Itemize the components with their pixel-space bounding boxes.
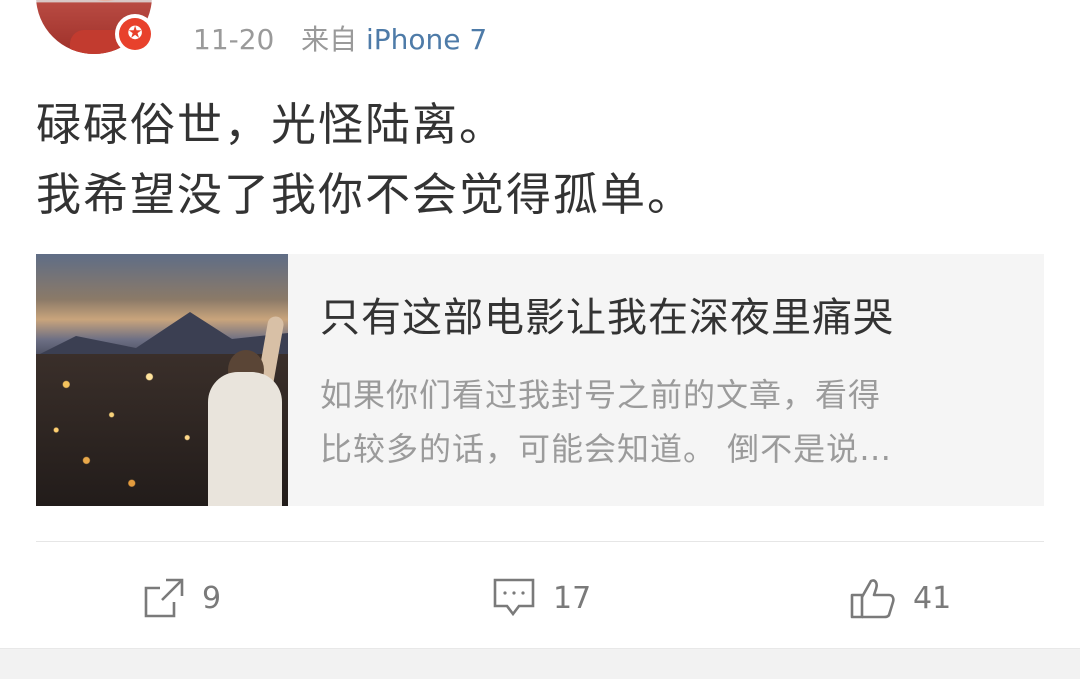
card-description: 如果你们看过我封号之前的文章，看得 比较多的话，可能会知道。 倒不是说… bbox=[320, 368, 1000, 476]
source-link[interactable]: iPhone 7 bbox=[366, 23, 487, 56]
post-date: 11-20 bbox=[193, 23, 275, 56]
comment-icon bbox=[491, 576, 537, 620]
repost-count: 9 bbox=[202, 580, 222, 616]
post-text-line-1: 碌碌俗世，光怪陆离。 bbox=[36, 98, 507, 151]
repost-icon bbox=[142, 576, 186, 620]
comment-button[interactable]: 17 bbox=[491, 570, 591, 626]
thumbnail-person bbox=[208, 372, 282, 506]
card-thumbnail bbox=[36, 254, 288, 506]
post-text-line-2: 我希望没了我你不会觉得孤单。 bbox=[36, 168, 695, 221]
next-post-separator bbox=[0, 648, 1080, 679]
card-desc-line-1: 如果你们看过我封号之前的文章，看得 bbox=[320, 376, 882, 414]
star-icon: ✪ bbox=[119, 18, 151, 50]
divider bbox=[36, 541, 1044, 542]
like-count: 41 bbox=[913, 580, 952, 616]
like-button[interactable]: 41 bbox=[849, 570, 951, 626]
repost-button[interactable]: 9 bbox=[142, 570, 221, 626]
thumbs-up-icon bbox=[849, 575, 897, 621]
link-card[interactable]: 只有这部电影让我在深夜里痛哭 如果你们看过我封号之前的文章，看得 比较多的话，可… bbox=[36, 254, 1044, 506]
verified-badge: ✪ bbox=[115, 14, 155, 54]
card-title: 只有这部电影让我在深夜里痛哭 bbox=[320, 295, 894, 341]
source-prefix: 来自 bbox=[301, 23, 358, 56]
card-desc-line-2: 比较多的话，可能会知道。 倒不是说… bbox=[320, 430, 893, 468]
post-meta: 11-20 来自 iPhone 7 bbox=[193, 20, 487, 60]
post-body: 碌碌俗世，光怪陆离。 我希望没了我你不会觉得孤单。 bbox=[36, 90, 1036, 230]
comment-count: 17 bbox=[553, 580, 592, 616]
